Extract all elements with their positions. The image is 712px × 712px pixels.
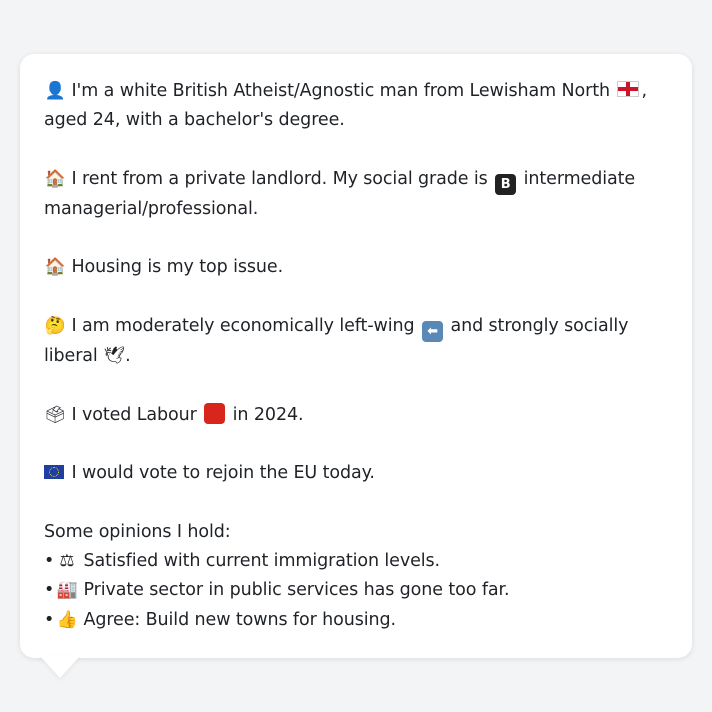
eu-text: I would vote to rejoin the EU today.	[71, 463, 375, 484]
chat-message-bubble: 👤 I'm a white British Atheist/Agnostic m…	[20, 54, 692, 658]
letter-b-badge-icon: B	[495, 173, 517, 195]
opinions-heading: Some opinions I hold:	[44, 521, 231, 542]
paragraph-eu: I would vote to rejoin the EU today.	[44, 459, 668, 488]
england-flag-icon	[617, 81, 640, 97]
house-icon: 🏠	[44, 168, 66, 189]
factory-icon: 🏭	[56, 580, 78, 601]
balance-scale-icon: ⚖	[59, 551, 75, 572]
opinion-text: Satisfied with current immigration level…	[83, 551, 441, 572]
bullet-icon: •	[44, 551, 55, 572]
red-square-icon	[204, 402, 226, 424]
opinion-text: Agree: Build new towns for housing.	[83, 609, 396, 630]
paragraph-vote-2024: 🗳 I voted Labour in 2024.	[44, 401, 668, 430]
opinion-text: Private sector in public services has go…	[83, 580, 510, 601]
opinions-section: Some opinions I hold: • ⚖ Satisfied with …	[44, 518, 668, 635]
vote-text: I voted Labour	[71, 404, 197, 425]
ballot-box-icon: 🗳	[44, 404, 66, 425]
identity-text: I'm a white British Atheist/Agnostic man…	[71, 81, 610, 101]
opinions-list: • ⚖ Satisfied with current immigration le…	[44, 547, 668, 635]
thumbs-up-icon: 👍	[56, 609, 78, 630]
house-icon: 🏠	[44, 257, 66, 278]
list-item: • 🏭 Private sector in public services has…	[44, 576, 668, 605]
list-item: • ⚖ Satisfied with current immigration le…	[44, 547, 668, 576]
bullet-icon: •	[44, 609, 55, 630]
eu-flag-icon	[44, 465, 64, 480]
left-arrow-icon: ⬅	[421, 321, 443, 343]
bust-in-silhouette-icon: 👤	[44, 81, 66, 101]
list-item: • 👍 Agree: Build new towns for housing.	[44, 606, 668, 635]
top-issue-text: Housing is my top issue.	[71, 257, 284, 278]
paragraph-political-position: 🤔 I am moderately economically left-wing…	[44, 312, 668, 371]
political-position-end: .	[125, 346, 131, 367]
paragraph-top-issue: 🏠 Housing is my top issue.	[44, 253, 668, 282]
speech-bubble-tail	[40, 656, 80, 678]
bullet-icon: •	[44, 580, 55, 601]
thinking-face-icon: 🤔	[44, 316, 66, 337]
paragraph-identity: 👤 I'm a white British Atheist/Agnostic m…	[44, 77, 668, 136]
paragraph-housing-tenure: 🏠 I rent from a private landlord. My soc…	[44, 165, 668, 224]
economic-position-text: I am moderately economically left-wing	[71, 316, 415, 337]
vote-year-text: in 2024.	[232, 404, 304, 425]
dove-icon: 🕊	[103, 346, 125, 367]
message-content: 👤 I'm a white British Atheist/Agnostic m…	[44, 54, 668, 635]
tenure-text: I rent from a private landlord. My socia…	[71, 168, 488, 189]
